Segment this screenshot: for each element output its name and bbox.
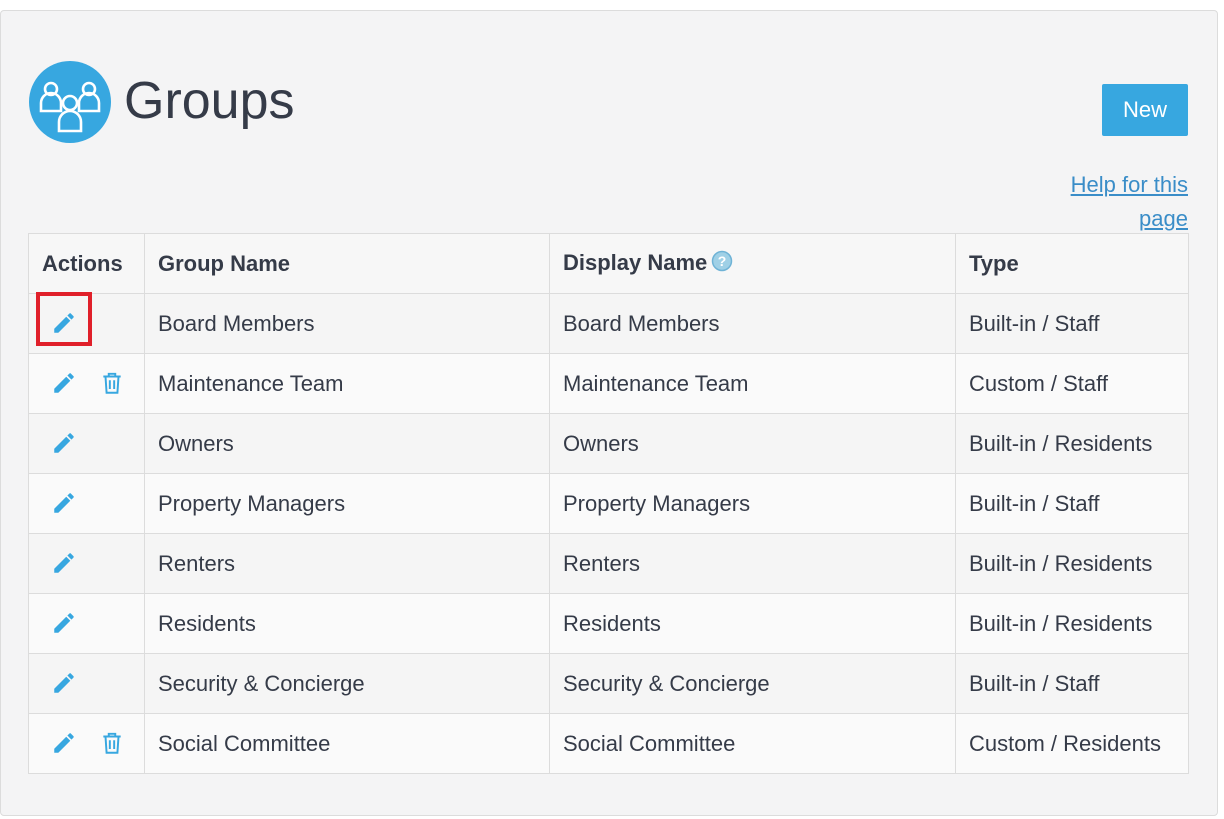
page-title: Groups [124,72,295,130]
pencil-icon[interactable] [51,670,77,702]
group-name-cell: Social Committee [144,713,550,774]
groups-table: Actions Group Name Display Name? Type Bo… [28,233,1189,774]
type-cell: Custom / Staff [955,353,1189,414]
group-name-cell: Property Managers [144,473,550,534]
column-header-group-name[interactable]: Group Name [144,233,550,294]
actions-cell [28,653,145,714]
group-name-cell: Security & Concierge [144,653,550,714]
display-name-cell: Social Committee [549,713,956,774]
group-name-cell: Maintenance Team [144,353,550,414]
trash-icon[interactable] [99,370,125,402]
group-name-cell: Residents [144,593,550,654]
actions-cell [28,353,145,414]
table-row: Renters Renters Built-in / Residents [28,533,1189,594]
column-header-display-name-label: Display Name [563,249,708,275]
help-link[interactable]: Help for this page [1028,168,1188,236]
group-name-cell: Board Members [144,293,550,354]
table-row: Residents Residents Built-in / Residents [28,593,1189,654]
type-cell: Built-in / Residents [955,413,1189,474]
actions-cell [28,292,145,354]
actions-cell [28,533,145,594]
svg-text:?: ? [718,253,727,269]
display-name-cell: Board Members [549,293,956,354]
type-cell: Built-in / Staff [955,653,1189,714]
actions-cell [28,413,145,474]
display-name-cell: Security & Concierge [549,653,956,714]
type-cell: Built-in / Staff [955,293,1189,354]
trash-icon[interactable] [99,730,125,762]
group-name-cell: Owners [144,413,550,474]
question-mark-icon[interactable]: ? [711,250,733,278]
table-row: Social Committee Social Committee Custom /… [28,713,1189,774]
type-cell: Built-in / Residents [955,533,1189,594]
pencil-icon[interactable] [51,610,77,642]
pencil-icon[interactable] [51,430,77,462]
type-cell: Custom / Residents [955,713,1189,774]
pencil-icon[interactable] [51,550,77,582]
display-name-cell: Renters [549,533,956,594]
display-name-cell: Maintenance Team [549,353,956,414]
actions-cell [28,473,145,534]
column-header-type[interactable]: Type [955,233,1189,294]
group-icon [29,61,111,143]
table-row: Security & Concierge Security & Concierge… [28,653,1189,714]
actions-cell [28,713,145,774]
table-row: Maintenance Team Maintenance Team Custom /… [28,353,1189,414]
table-row: Property Managers Property Managers Built-… [28,473,1189,534]
column-header-actions: Actions [28,233,145,294]
table-row: Owners Owners Built-in / Residents [28,413,1189,474]
column-header-display-name[interactable]: Display Name? [549,233,956,294]
display-name-cell: Owners [549,413,956,474]
group-name-cell: Renters [144,533,550,594]
pencil-icon[interactable] [51,370,77,402]
display-name-cell: Property Managers [549,473,956,534]
new-group-button[interactable]: New [1102,84,1188,136]
type-cell: Built-in / Residents [955,593,1189,654]
actions-cell [28,593,145,654]
pencil-icon[interactable] [51,310,77,342]
type-cell: Built-in / Staff [955,473,1189,534]
table-header-row: Actions Group Name Display Name? Type [28,233,1189,294]
table-row: Board Members Board Members Built-in / Sta… [28,292,1189,354]
pencil-icon[interactable] [51,490,77,522]
pencil-icon[interactable] [51,730,77,762]
display-name-cell: Residents [549,593,956,654]
